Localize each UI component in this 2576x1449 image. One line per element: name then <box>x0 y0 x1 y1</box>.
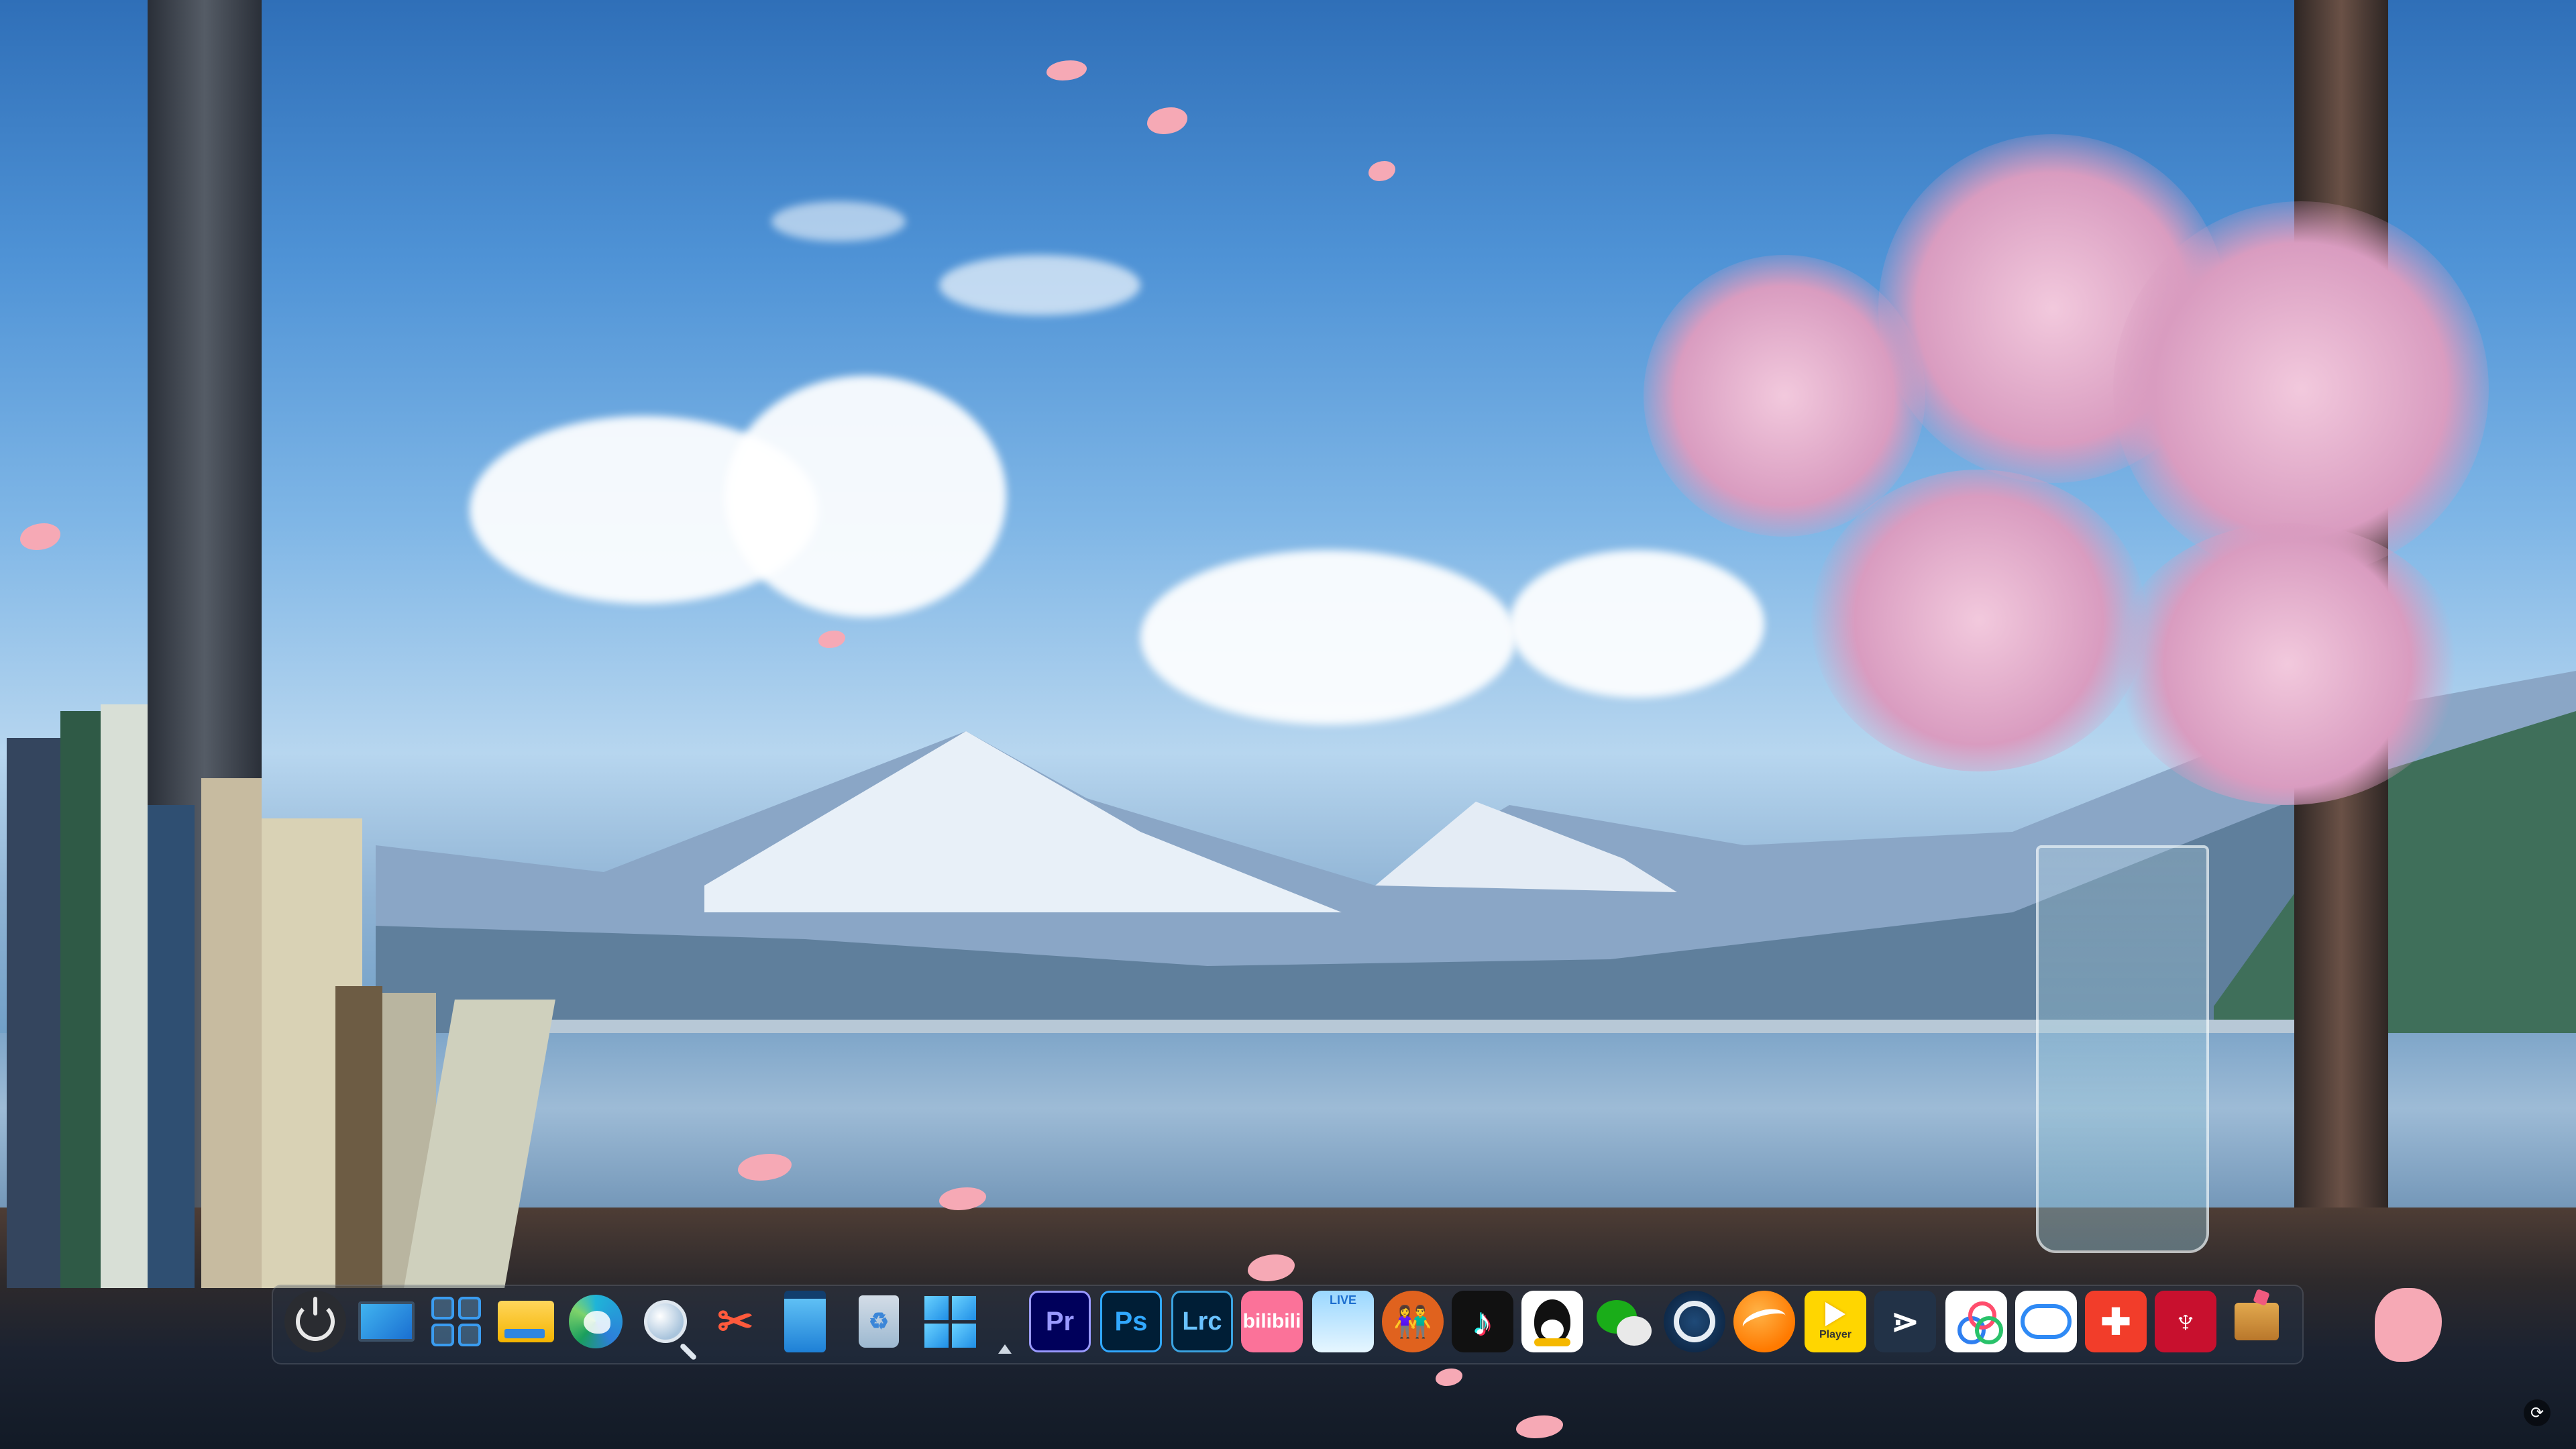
chevron-right-icon: ⋗ <box>1891 1303 1919 1340</box>
xmind-icon: ✚ <box>2100 1301 2131 1342</box>
file-explorer-button[interactable] <box>495 1291 557 1352</box>
premiere-icon: Pr <box>1045 1306 1075 1336</box>
wallpaper-book <box>335 986 382 1288</box>
wallpaper-blossom <box>2113 523 2462 805</box>
wallpaper-book <box>201 778 262 1288</box>
edge-icon <box>569 1295 623 1348</box>
power-icon <box>296 1297 335 1341</box>
potplayer-button[interactable]: Player <box>1805 1291 1866 1352</box>
folder-icon <box>498 1301 554 1342</box>
scissors-icon: ✂ <box>717 1297 753 1346</box>
bilibili-icon: bilibili <box>1242 1310 1301 1332</box>
wallpaper-vase <box>2036 845 2209 1253</box>
box-icon <box>2235 1303 2279 1340</box>
steam-icon <box>1674 1301 1715 1342</box>
monitor-icon <box>358 1301 415 1342</box>
control-panel-button[interactable] <box>425 1291 487 1352</box>
people-app-button[interactable]: 👫 <box>1382 1291 1444 1352</box>
wallpaper-book <box>101 704 148 1288</box>
terminal-app-button[interactable]: ⋗ <box>1874 1291 1936 1352</box>
baidu-netdisk-button[interactable] <box>1945 1291 2007 1352</box>
player-label: Player <box>1819 1329 1852 1340</box>
photoshop-icon: Ps <box>1114 1306 1148 1336</box>
acrobat-icon: ♆ <box>2172 1302 2199 1341</box>
cloud-drive-button[interactable] <box>2015 1291 2077 1352</box>
this-pc-button[interactable] <box>356 1291 417 1352</box>
magnifier-icon <box>644 1300 698 1361</box>
snipping-tool-button[interactable]: ✂ <box>704 1291 766 1352</box>
windows-logo-icon <box>924 1295 976 1348</box>
refresh-icon: ⟳ <box>2530 1403 2544 1422</box>
wechat-bubble <box>1617 1316 1652 1346</box>
wallpaper-book <box>60 711 101 1288</box>
recycle-bin-button[interactable]: ♻ <box>848 1291 910 1352</box>
bilibili-live-button[interactable]: LIVE <box>1312 1291 1374 1352</box>
lightroom-button[interactable]: Lrc <box>1171 1291 1233 1352</box>
power-button[interactable] <box>284 1291 346 1352</box>
orange-swoosh-icon <box>1739 1305 1789 1338</box>
edge-browser-button[interactable] <box>565 1291 627 1352</box>
desktop: ✂ ♻ Pr Ps Lrc bilibili LIVE 👫 ♪ Player ⋗… <box>0 0 2576 1449</box>
wechat-button[interactable] <box>1593 1291 1654 1352</box>
tiktok-button[interactable]: ♪ <box>1452 1291 1513 1352</box>
start-button[interactable] <box>919 1291 981 1352</box>
premiere-button[interactable]: Pr <box>1029 1291 1091 1352</box>
grid-icon <box>431 1297 481 1346</box>
wallpaper-blossom <box>1811 470 2147 771</box>
wallpaper-blossom <box>2113 201 2489 577</box>
wallpaper-engine-tray-button[interactable]: ⟳ <box>2524 1399 2551 1426</box>
cloud-icon <box>2021 1304 2072 1339</box>
rings-icon <box>1956 1301 2003 1344</box>
recycle-bin-icon: ♻ <box>859 1295 899 1348</box>
play-icon <box>1825 1302 1845 1326</box>
lightroom-icon: Lrc <box>1182 1307 1222 1336</box>
acrobat-button[interactable]: ♆ <box>2155 1291 2216 1352</box>
live-icon: LIVE <box>1329 1293 1356 1307</box>
search-button[interactable] <box>635 1291 698 1361</box>
photoshop-button[interactable]: Ps <box>1100 1291 1162 1352</box>
qq-penguin-icon <box>1534 1299 1570 1346</box>
qq-button[interactable] <box>1521 1291 1583 1352</box>
bilibili-button[interactable]: bilibili <box>1241 1291 1303 1352</box>
wallpaper-book <box>7 738 60 1288</box>
chevron-up-icon[interactable] <box>998 1344 1012 1354</box>
notepad-button[interactable] <box>774 1291 836 1352</box>
orange-app-button[interactable] <box>1733 1291 1795 1352</box>
wallpaper-book <box>148 805 195 1288</box>
steam-button[interactable] <box>1664 1291 1725 1352</box>
notepad-icon <box>784 1291 826 1352</box>
people-icon: 👫 <box>1393 1303 1432 1339</box>
tiktok-icon: ♪ <box>1473 1300 1492 1343</box>
toolbox-button[interactable] <box>2226 1291 2288 1352</box>
recycle-glyph: ♻ <box>868 1309 890 1334</box>
xmind-button[interactable]: ✚ <box>2085 1291 2147 1352</box>
